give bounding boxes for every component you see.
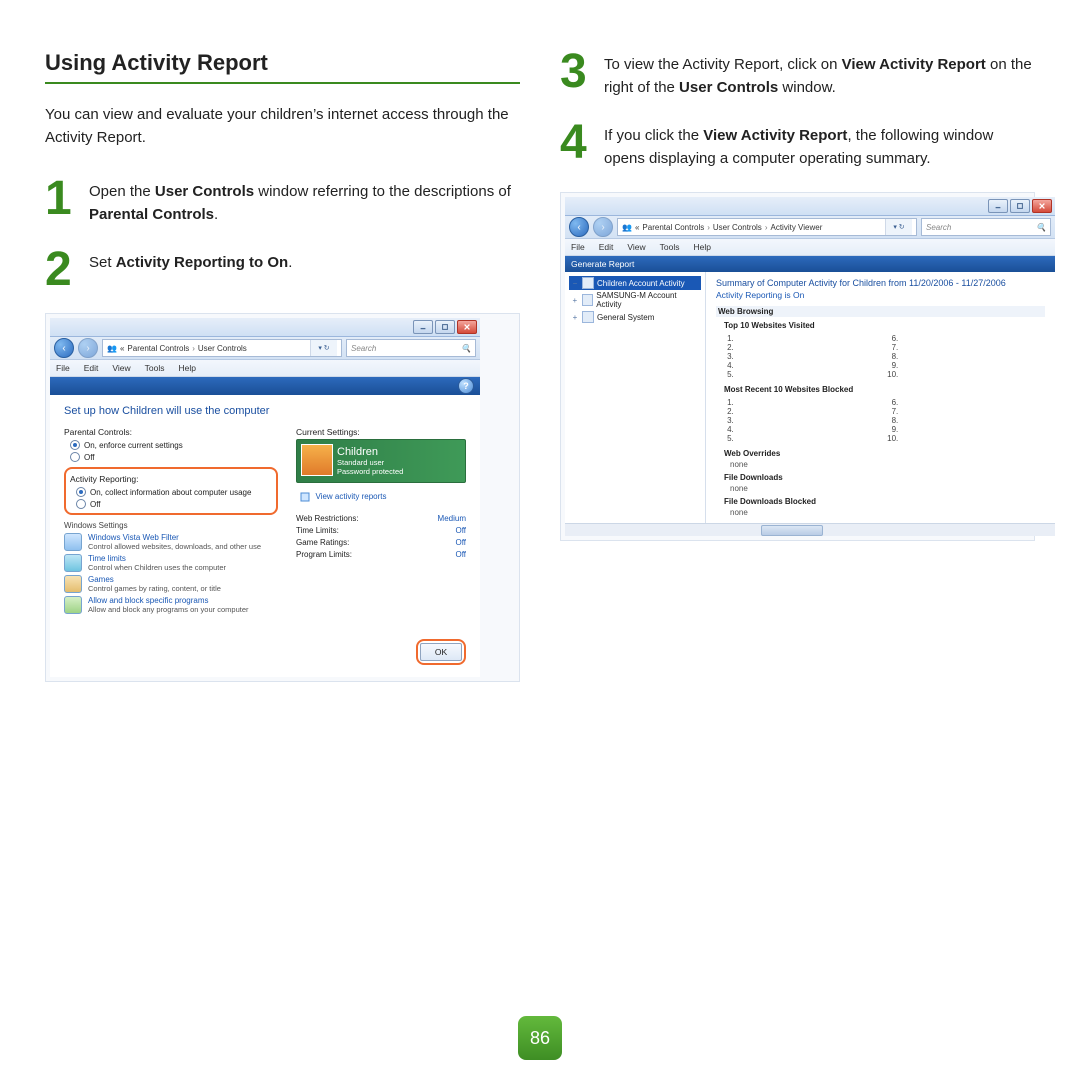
minimize-button[interactable] [988,199,1008,213]
windows-settings-label: Windows Settings [64,521,278,530]
maximize-button[interactable] [1010,199,1030,213]
activity-reporting-label: Activity Reporting: [70,474,272,484]
navigation-tree: −Children Account Activity +SAMSUNG-M Ac… [565,272,706,523]
pane-title: Set up how Children will use the compute… [64,405,466,417]
folder-icon [582,277,594,289]
step-4-number: 4 [560,121,590,170]
back-button[interactable]: ‹ [54,338,74,358]
radio-ar-off[interactable] [76,499,86,509]
report-pane: Summary of Computer Activity for Childre… [706,272,1055,523]
step-1: 1 Open the User Controls window referrin… [45,177,520,226]
games-icon [64,575,82,593]
menu-bar: File Edit View Tools Help [50,360,480,377]
step-3-text: To view the Activity Report, click on Vi… [604,50,1035,99]
activity-reporting-highlight: Activity Reporting: On, collect informat… [64,467,278,515]
blocked-list [716,396,1045,445]
section-top10: Top 10 Websites Visited [724,321,1045,330]
search-input[interactable]: Search 🔍 [346,339,476,357]
step-1-number: 1 [45,177,75,226]
menu-edit[interactable]: Edit [599,242,614,252]
search-icon: 🔍 [1036,223,1046,232]
web-filter-link[interactable]: Windows Vista Web Filter [88,533,179,542]
step-3-number: 3 [560,50,590,99]
menu-bar: File Edit View Tools Help [565,239,1055,256]
search-input[interactable]: Search 🔍 [921,218,1051,236]
step-2-text: Set Activity Reporting to On. [89,248,292,291]
menu-view[interactable]: View [112,363,130,373]
parental-controls-label: Parental Controls: [64,427,278,437]
user-name: Children [337,446,457,458]
reports-icon [300,491,313,501]
menu-view[interactable]: View [627,242,645,252]
menu-file[interactable]: File [571,242,585,252]
section-overrides: Web Overrides [724,449,1045,458]
people-icon: 👥 [622,223,632,232]
breadcrumb[interactable]: 👥 « Parental Controls› User Controls› Ac… [617,218,917,236]
time-limits-link[interactable]: Time limits [88,554,126,563]
horizontal-scrollbar[interactable] [565,523,1055,536]
tree-samsung-activity[interactable]: +SAMSUNG-M Account Activity [569,290,701,310]
refresh-dropdown[interactable]: ▾ ↻ [310,340,337,356]
step-1-text: Open the User Controls window referring … [89,177,520,226]
step-3: 3 To view the Activity Report, click on … [560,50,1035,99]
page-number-badge: 86 [518,1016,562,1060]
close-button[interactable] [1032,199,1052,213]
page-heading: Using Activity Report [45,50,520,84]
forward-button[interactable]: › [78,338,98,358]
search-icon: 🔍 [461,344,471,353]
screenshot-user-controls: ‹ › 👥 « Parental Controls› User Controls… [45,313,520,682]
time-limits-icon [64,554,82,572]
maximize-button[interactable] [435,320,455,334]
section-file-downloads: File Downloads [724,473,1045,482]
step-2-number: 2 [45,248,75,291]
window-titlebar [565,197,1055,216]
intro-text: You can view and evaluate your children’… [45,104,520,149]
ok-highlight: OK [416,639,466,665]
top10-list [716,332,1045,381]
step-4: 4 If you click the View Activity Report,… [560,121,1035,170]
folder-icon [582,294,594,306]
minimize-button[interactable] [413,320,433,334]
menu-edit[interactable]: Edit [84,363,99,373]
command-bar: ? [50,377,480,395]
radio-pc-off[interactable] [70,452,80,462]
help-icon[interactable]: ? [458,378,474,394]
forward-button[interactable]: › [593,217,613,237]
report-ar-status: Activity Reporting is On [716,290,1045,300]
section-blocked: Most Recent 10 Websites Blocked [724,385,1045,394]
generate-report-bar[interactable]: Generate Report [565,256,1055,272]
radio-pc-on[interactable] [70,440,80,450]
report-title: Summary of Computer Activity for Childre… [716,278,1045,288]
folder-icon [582,311,594,323]
web-filter-icon [64,533,82,551]
games-link[interactable]: Games [88,575,114,584]
avatar [301,444,333,476]
refresh-dropdown[interactable]: ▾ ↻ [885,219,912,235]
section-web-browsing: Web Browsing [716,306,1045,317]
view-activity-reports-link[interactable]: View activity reports [316,492,387,501]
tree-children-activity[interactable]: −Children Account Activity [569,276,701,290]
close-button[interactable] [457,320,477,334]
user-card: Children Standard user Password protecte… [296,439,466,483]
window-titlebar [50,318,480,337]
step-2: 2 Set Activity Reporting to On. [45,248,520,291]
menu-tools[interactable]: Tools [145,363,165,373]
menu-help[interactable]: Help [178,363,195,373]
menu-tools[interactable]: Tools [660,242,680,252]
ok-button[interactable]: OK [420,643,462,661]
current-settings-label: Current Settings: [296,427,466,437]
programs-link[interactable]: Allow and block specific programs [88,596,209,605]
programs-icon [64,596,82,614]
back-button[interactable]: ‹ [569,217,589,237]
menu-help[interactable]: Help [693,242,710,252]
tree-general-system[interactable]: +General System [569,310,701,324]
menu-file[interactable]: File [56,363,70,373]
screenshot-activity-viewer: ‹ › 👥 « Parental Controls› User Controls… [560,192,1035,541]
section-file-downloads-blocked: File Downloads Blocked [724,497,1045,506]
step-4-text: If you click the View Activity Report, t… [604,121,1035,170]
radio-ar-on[interactable] [76,487,86,497]
people-icon: 👥 [107,344,117,353]
breadcrumb[interactable]: 👥 « Parental Controls› User Controls ▾ ↻ [102,339,342,357]
